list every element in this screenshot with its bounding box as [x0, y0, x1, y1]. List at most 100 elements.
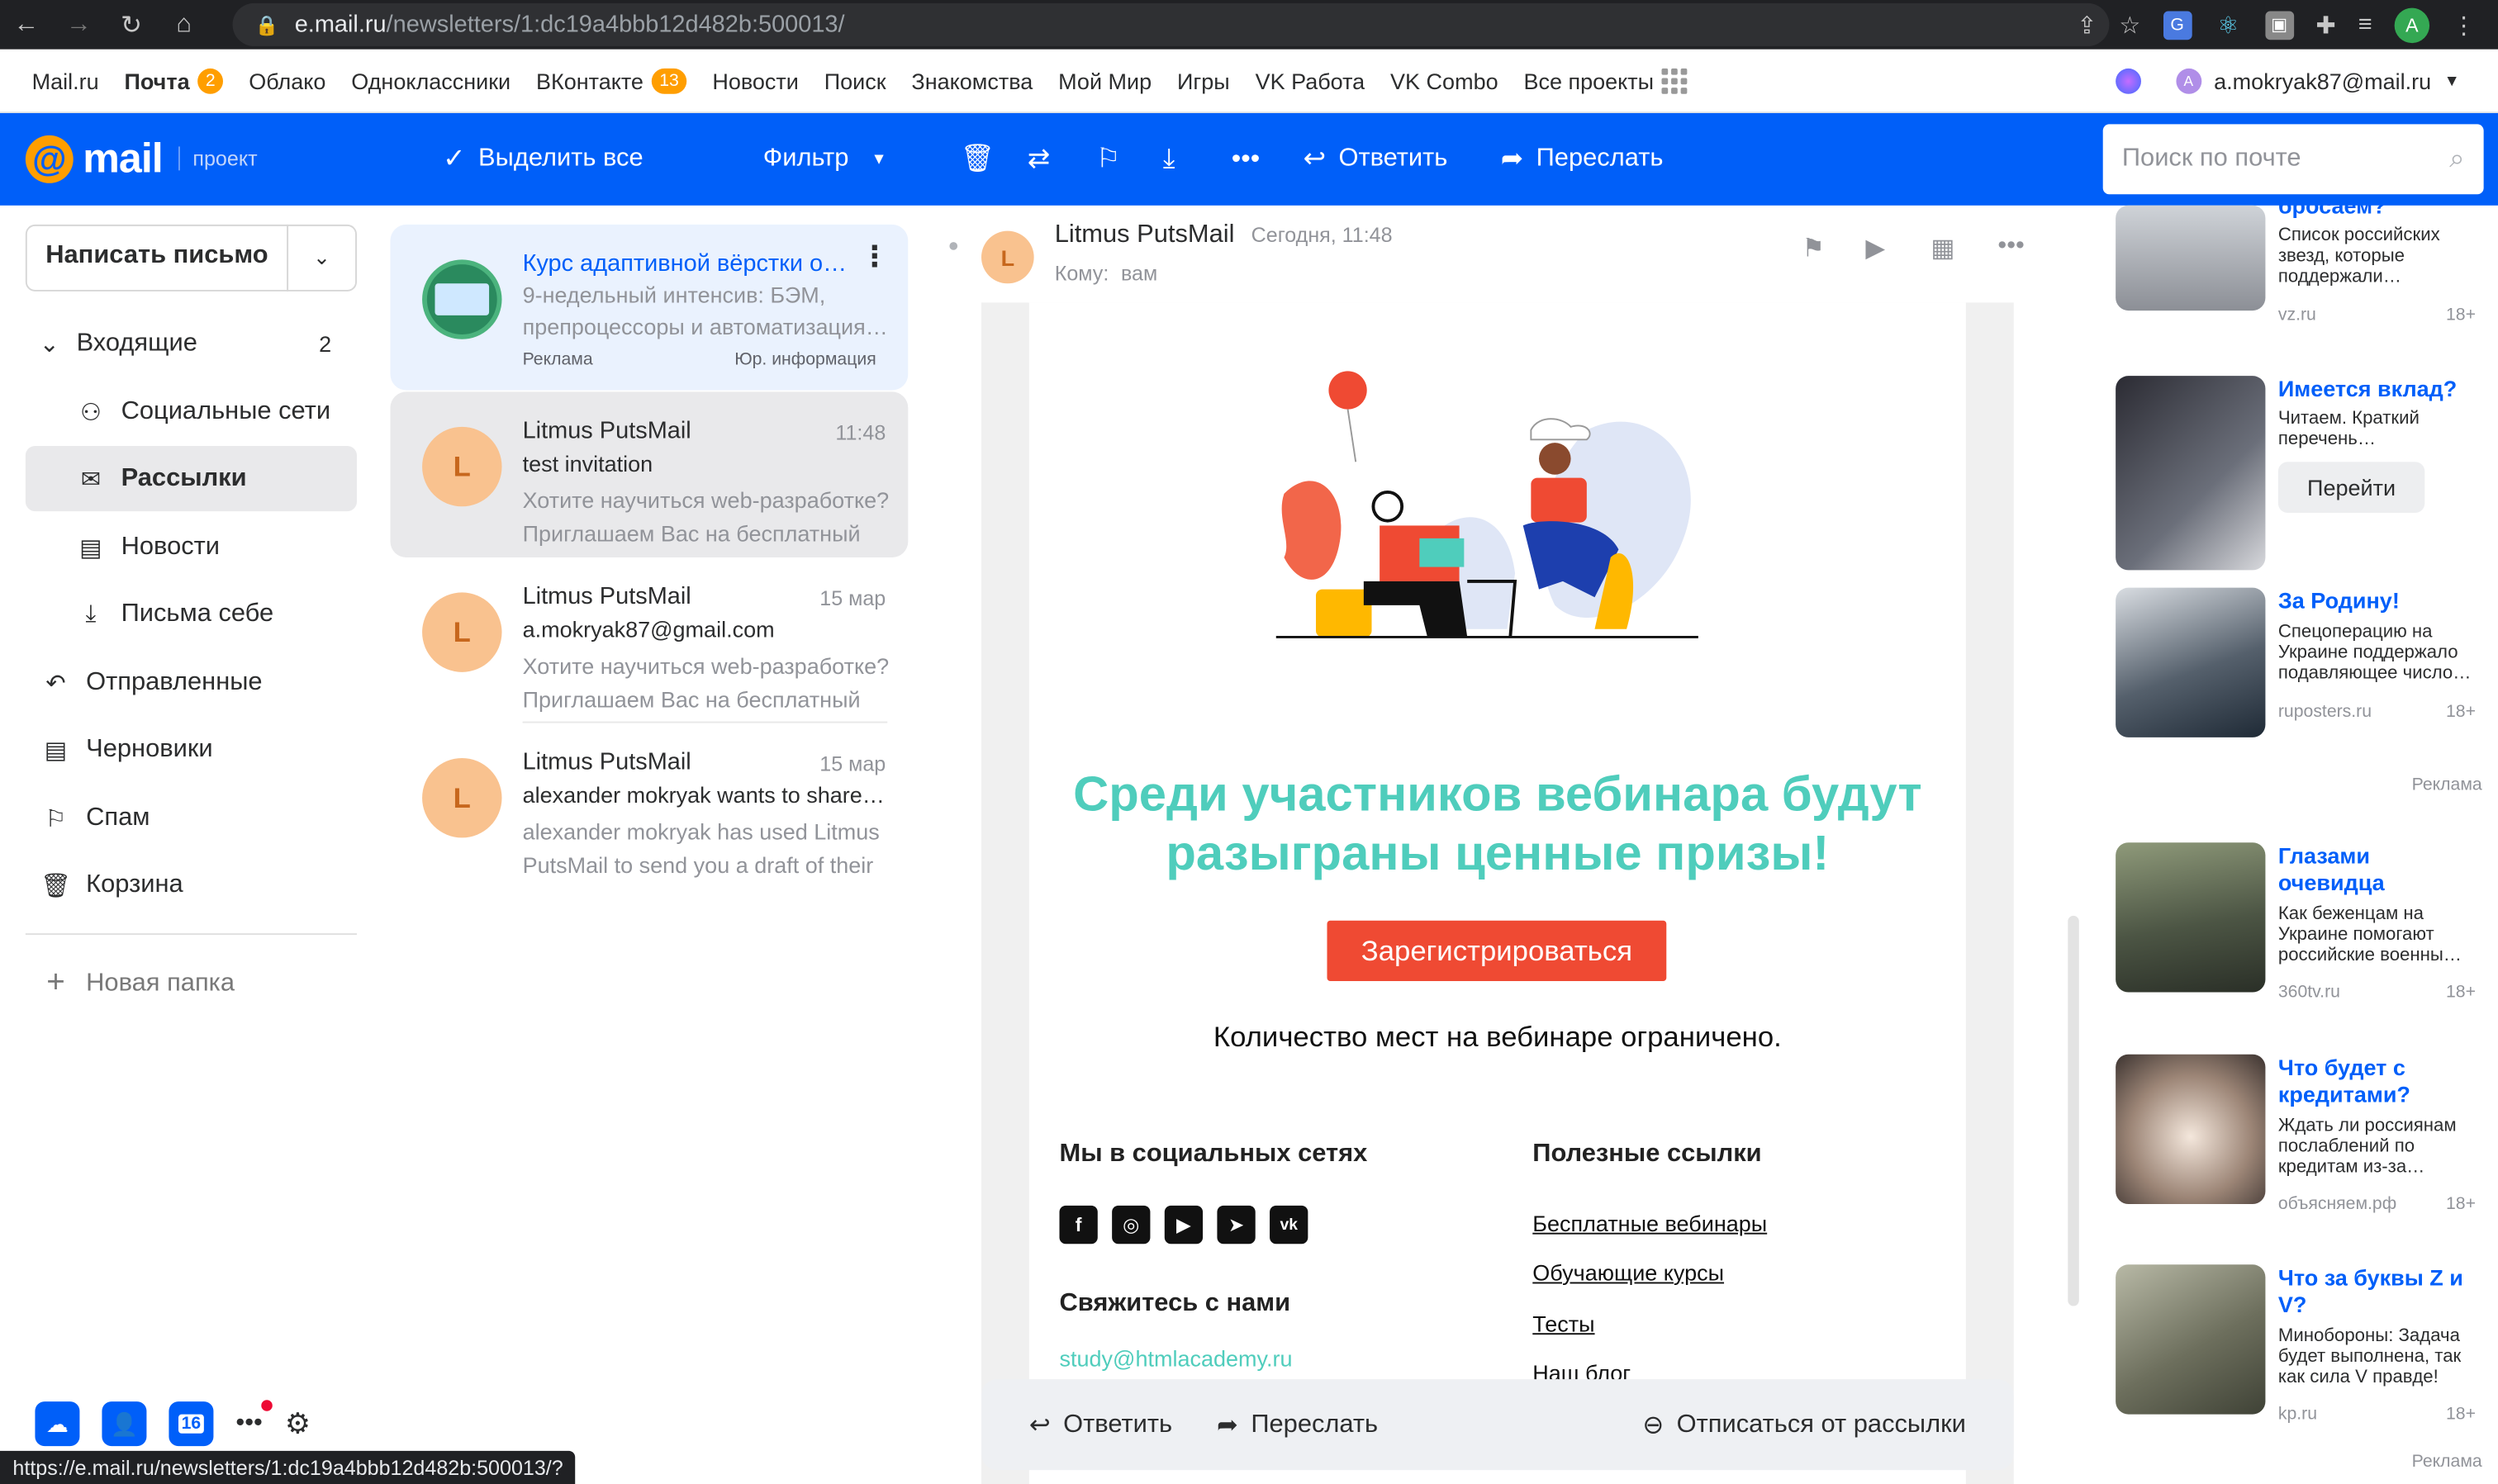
ad-card[interactable]: Имеется вклад? Читаем. Краткий перечень……	[2116, 376, 2476, 571]
instagram-icon[interactable]: ◎	[1112, 1205, 1151, 1245]
select-all-button[interactable]: ✓ Выделить все	[443, 113, 643, 206]
link-courses[interactable]: Обучающие курсы	[1532, 1259, 1724, 1285]
forward-button[interactable]: ➦ Переслать	[1217, 1409, 1378, 1441]
compose-button[interactable]: Написать письмо ⌄	[25, 224, 357, 292]
spam-icon: ⚐	[45, 804, 67, 832]
portal-link-myworld[interactable]: Мой Мир	[1058, 68, 1152, 93]
more-icon[interactable]: •••	[1232, 113, 1260, 206]
ad-description: Ждать ли россиянам послаблений по кредит…	[2277, 1116, 2457, 1178]
spam-icon[interactable]: ⚐	[1096, 113, 1120, 206]
cloud-icon[interactable]: ☁	[35, 1401, 80, 1447]
extensions-puzzle-icon[interactable]: ✚	[2315, 11, 2335, 39]
filter-button[interactable]: Фильтр ▼	[763, 113, 887, 206]
telegram-icon[interactable]: ➤	[1217, 1205, 1256, 1245]
to-value[interactable]: вам	[1121, 261, 1157, 285]
portal-link-mailru[interactable]: Mail.ru	[32, 68, 99, 93]
list-item-ad[interactable]: Курс адаптивной вёрстки о… ⋮ 9-недельный…	[390, 224, 909, 391]
more-icon[interactable]: •••	[235, 1400, 273, 1439]
read-status-dot[interactable]	[949, 242, 958, 250]
facebook-icon[interactable]: f	[1059, 1205, 1098, 1245]
move-icon[interactable]: ⇄	[1028, 113, 1050, 206]
ad-card[interactable]: Глазами очевидца Как беженцам на Украине…	[2116, 842, 2476, 1002]
portal-link-games[interactable]: Игры	[1177, 68, 1230, 93]
marusia-icon[interactable]	[2115, 68, 2141, 94]
link-tests[interactable]: Тесты	[1532, 1311, 1594, 1336]
more-icon[interactable]: •••	[1997, 233, 2024, 262]
ad-label: Реклама	[2411, 1452, 2482, 1472]
folder-social[interactable]: ⚇ Социальные сети	[26, 379, 357, 444]
reader-from[interactable]: Litmus PutsMail	[1055, 221, 1235, 249]
legal-info-link[interactable]: Юр. информация	[734, 350, 876, 369]
portal-link-cloud[interactable]: Облако	[249, 68, 325, 93]
forward-button[interactable]: ➦ Переслать	[1501, 113, 1664, 206]
ad-card[interactable]: За Родину! Спецоперацию на Украине подде…	[2116, 587, 2476, 737]
ad-go-button[interactable]: Перейти	[2277, 462, 2425, 513]
vk-icon[interactable]: vk	[1270, 1205, 1308, 1245]
folder-sent[interactable]: ↶ Отправленные	[26, 650, 357, 715]
share-icon[interactable]: ⇪	[2077, 11, 2097, 39]
archive-icon[interactable]: ⤓	[1163, 113, 1175, 206]
user-email: a.mokryak87@mail.ru	[2214, 68, 2432, 94]
extension-icon[interactable]: ▣	[2264, 10, 2294, 40]
bookmark-icon[interactable]: ⚑	[1802, 233, 1825, 265]
folder-drafts[interactable]: ▤ Черновики	[26, 717, 357, 782]
webinar-illustration	[1275, 371, 1698, 638]
portal-link-ok[interactable]: Одноклассники	[351, 68, 511, 93]
back-icon[interactable]: ←	[0, 11, 53, 40]
unsubscribe-button[interactable]: ⊖ Отписаться от рассылки	[1642, 1409, 1965, 1441]
scrollbar[interactable]	[2068, 915, 2079, 1306]
portal-link-vk-work[interactable]: VK Работа	[1256, 68, 1365, 93]
reading-list-icon[interactable]: ≡	[2358, 11, 2372, 38]
delete-icon[interactable]: 🗑	[961, 113, 995, 206]
folder-spam[interactable]: ⚐ Спам	[26, 785, 357, 851]
calendar-event-icon[interactable]: ▦	[1930, 233, 1954, 265]
new-folder-button[interactable]: + Новая папка	[26, 951, 357, 1016]
calendar-icon[interactable]: 16	[169, 1401, 214, 1447]
search-icon[interactable]: ⌕	[2449, 144, 2464, 176]
youtube-icon[interactable]: ▶	[1164, 1205, 1204, 1245]
bookmark-star-icon[interactable]: ☆	[2119, 11, 2140, 39]
profile-avatar[interactable]: A	[2394, 7, 2430, 43]
reply-button[interactable]: ↩ Ответить	[1304, 113, 1448, 206]
folder-news[interactable]: ▤ Новости	[26, 514, 357, 580]
user-menu[interactable]: A a.mokryak87@mail.ru ▼	[2115, 50, 2460, 113]
forward-icon[interactable]: →	[53, 11, 106, 40]
register-button[interactable]: Зарегистрироваться	[1327, 920, 1667, 981]
compose-label[interactable]: Написать письмо	[27, 224, 289, 292]
settings-gear-icon[interactable]: ⚙	[285, 1407, 311, 1441]
ad-card[interactable]: Что за буквы Z и V? Минобороны: Задача б…	[2116, 1264, 2476, 1424]
chevron-down-icon[interactable]: ⌄	[288, 245, 355, 271]
portal-link-vk[interactable]: ВКонтакте 13	[536, 67, 687, 93]
portal-link-pochta[interactable]: Почта 2	[124, 67, 224, 93]
newspaper-icon: ▤	[79, 534, 102, 562]
ad-card[interactable]: Что будет с кредитами? Ждать ли россияна…	[2116, 1054, 2476, 1214]
folder-to-self[interactable]: ⤓ Письма себе	[26, 581, 357, 647]
link-free-webinars[interactable]: Бесплатные вебинары	[1532, 1211, 1767, 1236]
portal-link-news[interactable]: Новости	[712, 68, 799, 93]
list-item[interactable]: L Litmus PutsMail 15 мар a.mokryak87@gma…	[390, 557, 908, 723]
folder-inbox[interactable]: ⌄ Входящие 2	[26, 311, 357, 376]
address-bar[interactable]: 🔒 e.mail.ru/newsletters/1:dc19a4bbb12d48…	[232, 2, 2110, 46]
mail-logo[interactable]: @ mail проект	[25, 134, 258, 183]
folder-trash[interactable]: 🗑 Корзина	[26, 852, 357, 917]
react-extension-icon[interactable]: ⚛	[2214, 11, 2243, 39]
list-item-selected[interactable]: L Litmus PutsMail 11:48 test invitation …	[390, 391, 909, 557]
plus-icon: +	[46, 965, 65, 1001]
contacts-icon[interactable]: 👤	[102, 1401, 147, 1447]
ad-card[interactable]: бросаем? Список российских звезд, которы…	[2116, 192, 2476, 336]
translate-extension-icon[interactable]: G	[2163, 10, 2192, 40]
menu-dots-icon[interactable]: ⋮	[2452, 11, 2476, 39]
video-call-icon[interactable]: ▶	[1865, 233, 1885, 265]
kebab-menu-icon[interactable]: ⋮	[860, 240, 889, 273]
folder-newsletters[interactable]: ✉ Рассылки	[25, 445, 357, 512]
portal-link-search[interactable]: Поиск	[824, 68, 886, 93]
reply-button[interactable]: ↩ Ответить	[1029, 1409, 1172, 1441]
list-item[interactable]: L Litmus PutsMail 15 мар alexander mokry…	[390, 723, 908, 889]
portal-link-dating[interactable]: Знакомства	[911, 68, 1033, 93]
contact-email-link[interactable]: study@htmlacademy.ru	[1059, 1346, 1292, 1372]
search-input[interactable]: Поиск по почте ⌕	[2102, 124, 2484, 195]
reload-icon[interactable]: ↻	[105, 9, 158, 41]
home-icon[interactable]: ⌂	[158, 11, 211, 40]
portal-link-vk-combo[interactable]: VK Combo	[1390, 68, 1498, 93]
portal-link-all-projects[interactable]: Все проекты	[1523, 67, 1688, 93]
